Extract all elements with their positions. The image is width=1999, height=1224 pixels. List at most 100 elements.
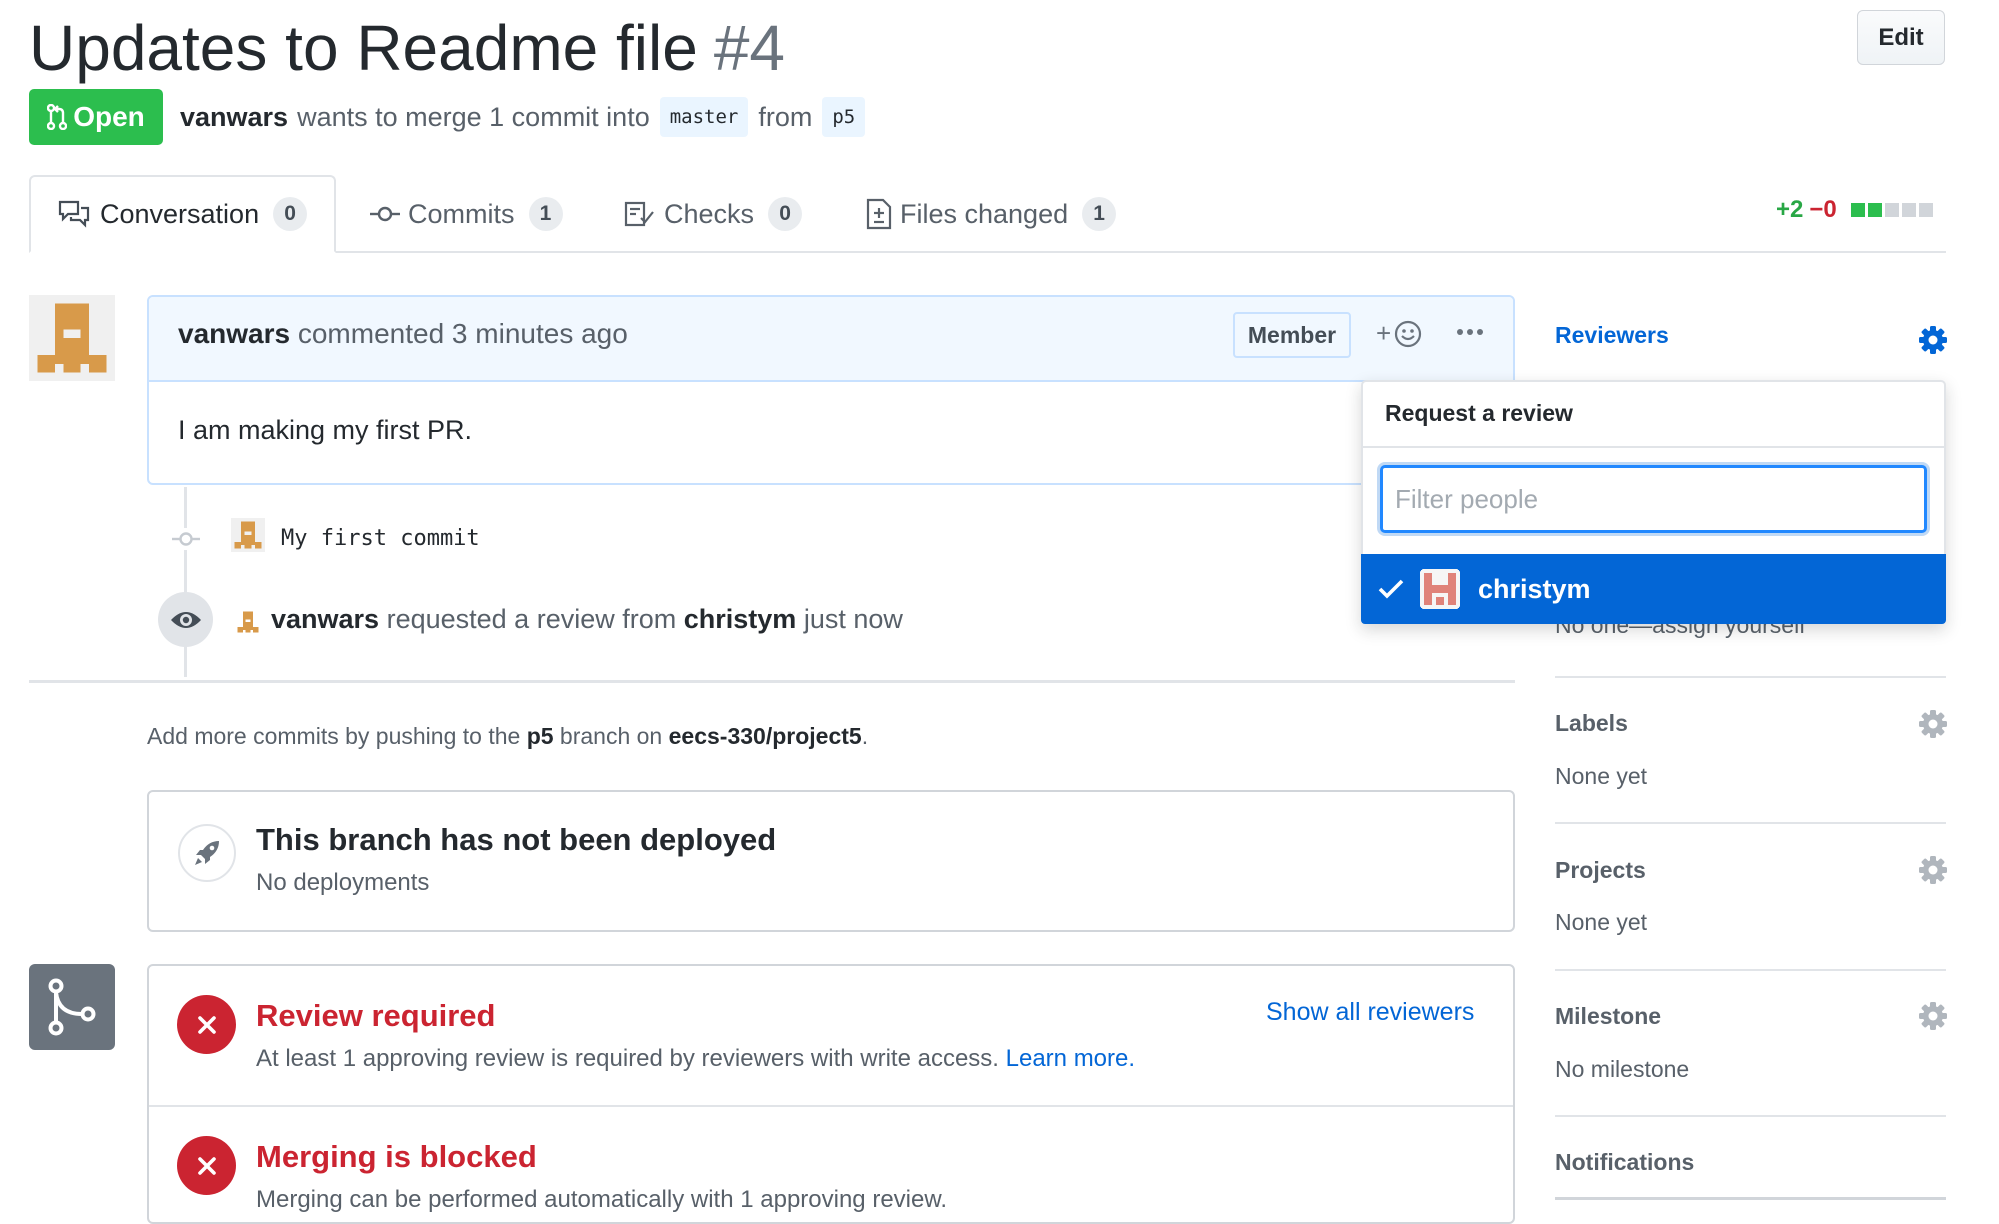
tab-counter: 0 — [768, 197, 803, 231]
timeline-end-divider — [29, 680, 1515, 683]
request-review-menu: Request a review christym — [1361, 380, 1946, 624]
tab-checks[interactable]: Checks 0 — [624, 175, 803, 253]
diffstat-block — [1884, 203, 1899, 217]
milestone-value: No milestone — [1555, 1056, 1690, 1082]
review-required-text: At least 1 approving review is required … — [256, 1045, 1135, 1073]
smiley-icon — [1393, 319, 1423, 349]
file-diff-icon — [866, 198, 892, 230]
show-all-reviewers-link[interactable]: Show all reviewers — [1266, 998, 1474, 1027]
checklist-icon — [624, 201, 654, 227]
sidebar-labels-heading[interactable]: Labels — [1555, 710, 1628, 737]
eye-icon — [158, 592, 213, 647]
push-hint-repo: eecs-330/project5 — [668, 723, 862, 749]
push-hint-middle: branch on — [559, 723, 663, 749]
git-merge-icon — [29, 964, 115, 1050]
sidebar-divider — [1555, 676, 1946, 678]
event-time[interactable]: just now — [804, 604, 903, 634]
tab-label: Conversation — [100, 198, 260, 229]
menu-title: Request a review — [1385, 400, 1573, 426]
merge-text: wants to merge 1 commit into — [297, 101, 650, 132]
base-branch[interactable]: master — [659, 97, 749, 137]
filter-people-input[interactable] — [1380, 465, 1927, 533]
head-branch[interactable]: p5 — [822, 97, 866, 137]
pr-title-text: Updates to Readme file — [29, 12, 698, 84]
notifications-button-edge[interactable] — [1555, 1197, 1946, 1200]
avatar[interactable] — [235, 609, 261, 635]
push-hint-branch: p5 — [526, 723, 554, 749]
merge-summary: vanwars wants to merge 1 commit into mas… — [180, 94, 875, 140]
tab-counter: 1 — [1082, 197, 1117, 231]
reviewer-name: christym — [1478, 573, 1591, 604]
avatar[interactable] — [231, 518, 265, 552]
review-required-desc: At least 1 approving review is required … — [256, 1045, 999, 1072]
sidebar-divider — [1555, 969, 1946, 971]
gear-icon[interactable] — [1918, 1001, 1948, 1036]
comment-author-line: vanwars commented 3 minutes ago — [178, 318, 628, 350]
sidebar-projects-heading[interactable]: Projects — [1555, 857, 1646, 884]
push-hint-prefix: Add more commits by pushing to the — [147, 723, 521, 749]
from-text: from — [758, 101, 813, 132]
comment-body: I am making my first PR. — [178, 415, 473, 445]
commit-message-link[interactable]: My first commit — [281, 526, 480, 551]
event-actor[interactable]: vanwars — [271, 604, 379, 634]
merge-status-divider — [149, 1105, 1513, 1107]
git-commit-icon — [370, 206, 400, 222]
gear-icon[interactable] — [1918, 709, 1948, 744]
tab-files-changed[interactable]: Files changed 1 — [866, 175, 1117, 253]
event-target[interactable]: christym — [684, 604, 797, 634]
learn-more-link[interactable]: Learn more. — [1006, 1045, 1135, 1072]
review-request-event: vanwars requested a review from christym… — [271, 604, 903, 635]
review-required-title: Review required — [256, 998, 496, 1033]
merging-blocked-title: Merging is blocked — [256, 1139, 537, 1174]
merging-blocked-text: Merging can be performed automatically w… — [256, 1186, 948, 1213]
push-hint-suffix: . — [861, 723, 869, 749]
menu-divider — [1363, 446, 1944, 448]
event-text: requested a review from — [386, 604, 677, 634]
comment-discussion-icon — [58, 200, 90, 228]
sidebar-divider — [1555, 1115, 1946, 1117]
rocket-icon — [178, 824, 236, 882]
deployment-card — [147, 790, 1515, 932]
comment-author[interactable]: vanwars — [178, 318, 290, 349]
projects-value: None yet — [1555, 909, 1648, 935]
member-badge: Member — [1233, 312, 1351, 358]
reviewer-option-christym[interactable]: christym — [1361, 554, 1946, 624]
tab-label: Commits — [408, 198, 515, 229]
diffstat: +2 −0 — [1776, 196, 1933, 224]
diffstat-block — [1850, 203, 1865, 217]
x-circle-icon — [177, 1136, 236, 1195]
status-label: Open — [73, 101, 145, 132]
diff-deletions: −0 — [1809, 196, 1837, 223]
timeline-rail — [184, 487, 187, 677]
tab-label: Files changed — [900, 198, 1069, 229]
sidebar-notifications-heading: Notifications — [1555, 1149, 1695, 1175]
sidebar-reviewers-heading[interactable]: Reviewers — [1555, 322, 1669, 349]
kebab-horizontal-icon[interactable] — [1455, 322, 1485, 342]
edit-button[interactable]: Edit — [1857, 10, 1945, 65]
deploy-subtitle: No deployments — [256, 869, 430, 896]
diffstat-block — [1867, 203, 1882, 217]
git-commit-icon — [172, 528, 200, 550]
tab-conversation[interactable]: Conversation 0 — [29, 175, 336, 253]
tab-counter: 0 — [273, 197, 308, 231]
diff-additions: +2 — [1776, 196, 1804, 223]
gear-icon[interactable] — [1918, 325, 1948, 360]
deploy-title: This branch has not been deployed — [256, 822, 777, 857]
tab-counter: 1 — [528, 197, 563, 231]
labels-value: None yet — [1555, 763, 1648, 789]
tab-commits[interactable]: Commits 1 — [370, 175, 563, 253]
gear-icon[interactable] — [1918, 855, 1948, 890]
avatar[interactable] — [29, 295, 115, 381]
diffstat-block — [1901, 203, 1916, 217]
sidebar-divider — [1555, 822, 1946, 824]
pr-author-link[interactable]: vanwars — [180, 102, 288, 133]
pr-number: #4 — [713, 12, 785, 84]
push-hint: Add more commits by pushing to the p5 br… — [147, 723, 868, 750]
check-icon — [1378, 578, 1404, 600]
comment-meta[interactable]: commented 3 minutes ago — [298, 318, 628, 349]
git-pull-request-icon — [47, 104, 68, 130]
add-reaction-button[interactable]: + — [1376, 318, 1423, 349]
sidebar-milestone-heading[interactable]: Milestone — [1555, 1003, 1661, 1030]
status-badge: Open — [29, 89, 163, 145]
diffstat-blocks — [1850, 203, 1933, 217]
